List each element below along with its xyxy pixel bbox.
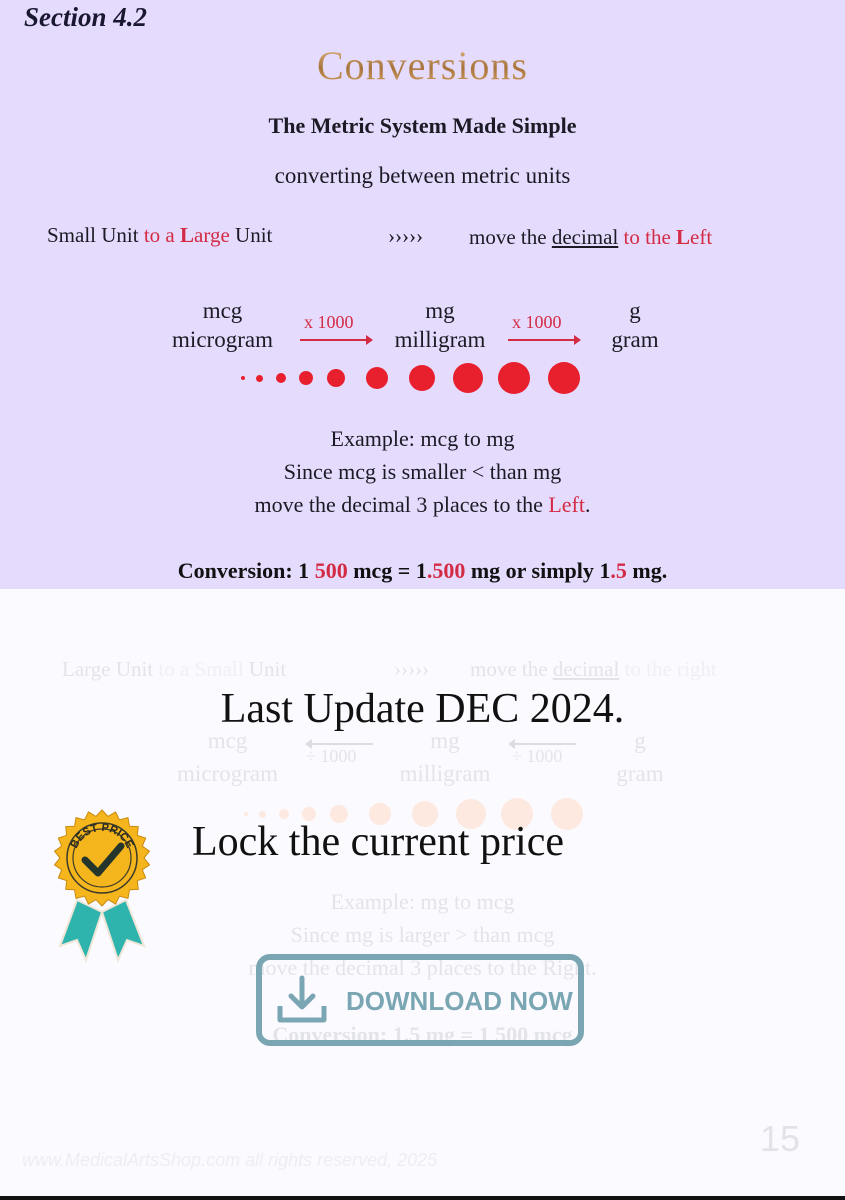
unit-abbr: mg bbox=[425, 298, 455, 323]
size-dot bbox=[498, 362, 530, 394]
unit-microgram-faded: mcg microgram bbox=[160, 724, 295, 790]
size-dot bbox=[299, 371, 313, 385]
rule-text: Small Unit bbox=[47, 223, 144, 247]
rule-bold-letter: L bbox=[180, 223, 195, 247]
example-line-3: move the decimal 3 places to the Left. bbox=[0, 492, 845, 518]
badge-icon: BEST PRICE bbox=[54, 809, 150, 963]
example-red-word: Left bbox=[548, 492, 585, 517]
rule-move-right: move the decimal to the right bbox=[470, 657, 717, 682]
rule-bold-letter: L bbox=[676, 225, 691, 249]
decimal-word: decimal bbox=[551, 225, 619, 249]
unit-milligram: mg milligram bbox=[380, 296, 500, 354]
conv-text: mg or simply 1 bbox=[465, 558, 611, 583]
conversion-line: Conversion: 1 500 mcg = 1.500 mg or simp… bbox=[0, 558, 845, 584]
multiplier-label: x 1000 bbox=[512, 312, 562, 332]
multiplier-label: x 1000 bbox=[304, 312, 354, 332]
rule-text: move the bbox=[469, 225, 552, 249]
unit-name: gram bbox=[611, 327, 659, 352]
rule-red-text: arge bbox=[194, 223, 230, 247]
conv-red: .5 bbox=[610, 558, 627, 583]
size-dot bbox=[327, 369, 345, 387]
rule-red-text: to the bbox=[618, 225, 677, 249]
rule-red-text: to the right bbox=[619, 657, 717, 681]
size-dot bbox=[244, 812, 248, 816]
bottom-border bbox=[0, 1196, 845, 1200]
decimal-word: decimal bbox=[552, 657, 620, 681]
last-update-text: Last Update DEC 2024. bbox=[220, 686, 625, 732]
rule-move-left: move the decimal to the Left bbox=[469, 225, 712, 250]
arrow-left-icon bbox=[305, 739, 373, 749]
rule-red-text: to a Small bbox=[158, 657, 244, 681]
page-number: 15 bbox=[760, 1118, 801, 1159]
rule-text: move the bbox=[470, 657, 553, 681]
rule-text: Large Unit bbox=[62, 657, 159, 681]
unit-gram-faded: g gram bbox=[605, 724, 675, 790]
rule-red-text: eft bbox=[690, 225, 713, 249]
lead-text: converting between metric units bbox=[274, 163, 571, 188]
conv-red: 500 bbox=[314, 558, 348, 583]
conv-text: mg. bbox=[626, 558, 668, 583]
size-dot bbox=[255, 374, 263, 382]
unit-name: microgram bbox=[177, 761, 278, 786]
size-dot bbox=[258, 810, 266, 818]
unit-name: microgram bbox=[172, 327, 273, 352]
conv-text: mcg = 1 bbox=[347, 558, 427, 583]
chevrons-icon: ››››› bbox=[394, 657, 429, 681]
size-dot bbox=[366, 367, 388, 389]
unit-microgram: mcg microgram bbox=[155, 296, 290, 354]
unit-abbr: g bbox=[629, 298, 641, 323]
download-icon bbox=[276, 974, 328, 1026]
rule-text: Unit bbox=[229, 223, 273, 247]
copyright-footer: www.MedicalArtsShop.com all rights reser… bbox=[22, 1150, 438, 1170]
conv-text: Conversion: 1 bbox=[177, 558, 315, 583]
unit-name: gram bbox=[616, 761, 664, 786]
unit-name: milligram bbox=[394, 327, 486, 352]
size-dot bbox=[548, 362, 580, 394]
unit-milligram-faded: mg milligram bbox=[385, 724, 505, 790]
rule-red-text: to a bbox=[143, 223, 180, 247]
example-line-1: Example: mcg to mg bbox=[330, 426, 515, 451]
example-text: move the decimal 3 places to the bbox=[254, 492, 549, 517]
arrow-right-icon bbox=[508, 335, 581, 345]
rule-large-to-small: Large Unit to a Small Unit bbox=[62, 657, 286, 682]
size-dot bbox=[241, 376, 245, 380]
size-dot bbox=[276, 373, 286, 383]
unit-gram: g gram bbox=[600, 296, 670, 354]
rule-small-to-large: Small Unit to a Large Unit bbox=[47, 223, 272, 248]
download-now-label[interactable]: DOWNLOAD NOW bbox=[346, 986, 573, 1017]
arrow-right-icon bbox=[300, 335, 373, 345]
example-text: . bbox=[585, 492, 591, 517]
page-title: Conversions bbox=[0, 42, 845, 89]
section-label: Section 4.2 bbox=[24, 2, 148, 32]
unit-name: milligram bbox=[399, 761, 491, 786]
size-dot bbox=[409, 365, 435, 391]
example-line-2: Since mcg is smaller < than mg bbox=[283, 459, 562, 484]
unit-abbr: mcg bbox=[202, 298, 243, 323]
size-dot bbox=[453, 363, 483, 393]
best-price-badge: BEST PRICE bbox=[44, 808, 159, 968]
rule-text: Unit bbox=[243, 657, 287, 681]
subtitle: The Metric System Made Simple bbox=[268, 113, 577, 138]
divisor-label: ÷ 1000 bbox=[512, 746, 563, 766]
conv-red: .500 bbox=[426, 558, 466, 583]
arrow-left-icon bbox=[508, 739, 576, 749]
lock-price-text: Lock the current price bbox=[192, 819, 564, 865]
chevrons-icon: ››››› bbox=[388, 224, 423, 248]
divisor-label: ÷ 1000 bbox=[306, 746, 357, 766]
